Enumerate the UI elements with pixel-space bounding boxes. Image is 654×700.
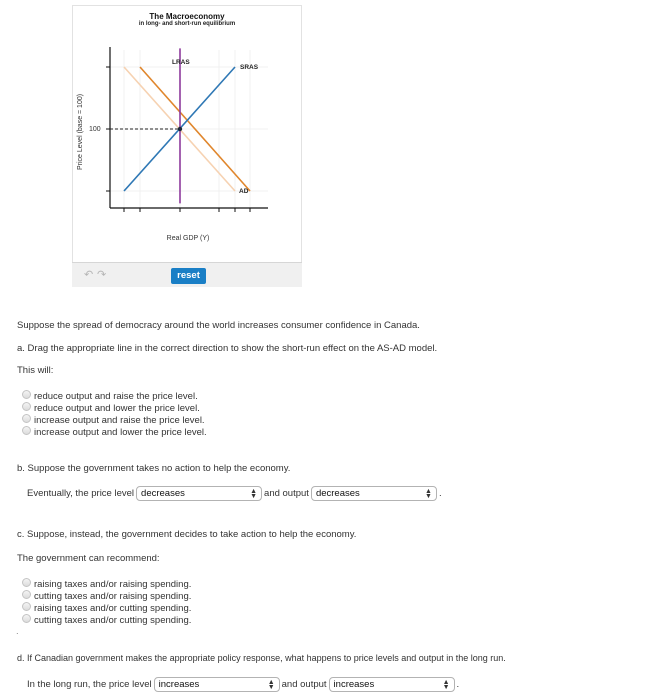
option-label: raising taxes and/or raising spending. bbox=[34, 578, 192, 590]
ad-label: AD bbox=[239, 188, 249, 195]
lras-label: LRAS bbox=[172, 59, 190, 66]
option-label: cutting taxes and/or cutting spending. bbox=[34, 614, 192, 626]
radio-button[interactable] bbox=[22, 601, 31, 611]
part-a-option[interactable]: increase output and raise the price leve… bbox=[22, 413, 205, 426]
part-c-lead: The government can recommend: bbox=[17, 553, 160, 564]
part-c-option[interactable]: cutting taxes and/or raising spending. bbox=[22, 589, 192, 602]
equilibrium-point bbox=[177, 126, 183, 132]
part-d-price-select[interactable]: increases ▲ ▼ bbox=[153, 677, 280, 692]
radio-button[interactable] bbox=[22, 413, 31, 423]
y-tick-label-100: 100 bbox=[89, 126, 101, 133]
part-d-lead: In the long run, the price level bbox=[27, 679, 152, 690]
selected-value: decreases bbox=[141, 488, 185, 499]
radio-button[interactable] bbox=[22, 401, 31, 411]
part-d-end: . bbox=[456, 679, 460, 690]
part-c-option[interactable]: raising taxes and/or cutting spending. bbox=[22, 601, 192, 614]
y-axis-label: Price Level (base = 100) bbox=[77, 94, 84, 170]
option-label: reduce output and raise the price level. bbox=[34, 390, 198, 402]
part-b-mid: and output bbox=[264, 488, 309, 499]
radio-button[interactable] bbox=[22, 389, 31, 399]
curves bbox=[110, 48, 251, 204]
radio-button[interactable] bbox=[22, 589, 31, 599]
select-arrows-icon: ▲ ▼ bbox=[425, 487, 432, 500]
part-b-prompt: b. Suppose the government takes no actio… bbox=[17, 463, 291, 474]
part-d-prompt: d. If Canadian government makes the appr… bbox=[17, 653, 506, 663]
part-a-lead: This will: bbox=[17, 365, 54, 376]
reset-button[interactable]: reset bbox=[171, 268, 206, 284]
redo-icon[interactable]: ↷ bbox=[97, 268, 106, 281]
option-label: increase output and lower the price leve… bbox=[34, 426, 207, 438]
question-intro: Suppose the spread of democracy around t… bbox=[17, 320, 420, 331]
select-arrows-icon: ▲ ▼ bbox=[267, 678, 275, 691]
selected-value: decreases bbox=[315, 488, 360, 499]
part-d-answer-row: In the long run, the price level increas… bbox=[27, 677, 459, 692]
part-a-prompt: a. Drag the appropriate line in the corr… bbox=[17, 343, 438, 354]
part-a-option[interactable]: reduce output and lower the price level. bbox=[22, 401, 200, 414]
radio-button[interactable] bbox=[22, 425, 31, 435]
part-c-option[interactable]: raising taxes and/or raising spending. bbox=[22, 577, 192, 590]
undo-icon[interactable]: ↶ bbox=[84, 268, 93, 281]
option-label: cutting taxes and/or raising spending. bbox=[34, 590, 192, 602]
trailing-mark: . bbox=[16, 626, 19, 637]
part-a-option[interactable]: reduce output and raise the price level. bbox=[22, 389, 198, 402]
radio-button[interactable] bbox=[22, 577, 31, 587]
selected-value: increases bbox=[333, 679, 375, 690]
sras-label: SRAS bbox=[240, 64, 259, 71]
part-b-end: . bbox=[438, 488, 442, 499]
part-b-output-select[interactable]: decreases ▲ ▼ bbox=[310, 486, 437, 501]
part-b-price-select[interactable]: decreases ▲ ▼ bbox=[136, 486, 263, 501]
part-b-lead: Eventually, the price level bbox=[27, 488, 135, 499]
select-arrows-icon: ▲ ▼ bbox=[250, 487, 258, 500]
selected-value: increases bbox=[158, 679, 200, 690]
radio-button[interactable] bbox=[22, 613, 31, 623]
option-label: raising taxes and/or cutting spending. bbox=[34, 602, 192, 614]
part-d-mid: and output bbox=[281, 679, 327, 690]
part-c-option[interactable]: cutting taxes and/or cutting spending. bbox=[22, 613, 192, 626]
select-arrows-icon: ▲ ▼ bbox=[442, 678, 450, 691]
part-a-option[interactable]: increase output and lower the price leve… bbox=[22, 425, 207, 438]
x-axis-label: Real GDP (Y) bbox=[167, 235, 210, 242]
option-label: increase output and raise the price leve… bbox=[34, 414, 205, 426]
as-ad-chart[interactable]: LRAS SRAS AD 100 Price Level (base = 100… bbox=[0, 0, 654, 300]
part-b-answer-row: Eventually, the price level decreases ▲ ▼… bbox=[27, 486, 442, 501]
option-label: reduce output and lower the price level. bbox=[34, 402, 200, 414]
part-d-output-select[interactable]: increases ▲ ▼ bbox=[328, 677, 455, 692]
part-c-prompt: c. Suppose, instead, the government deci… bbox=[17, 529, 357, 540]
